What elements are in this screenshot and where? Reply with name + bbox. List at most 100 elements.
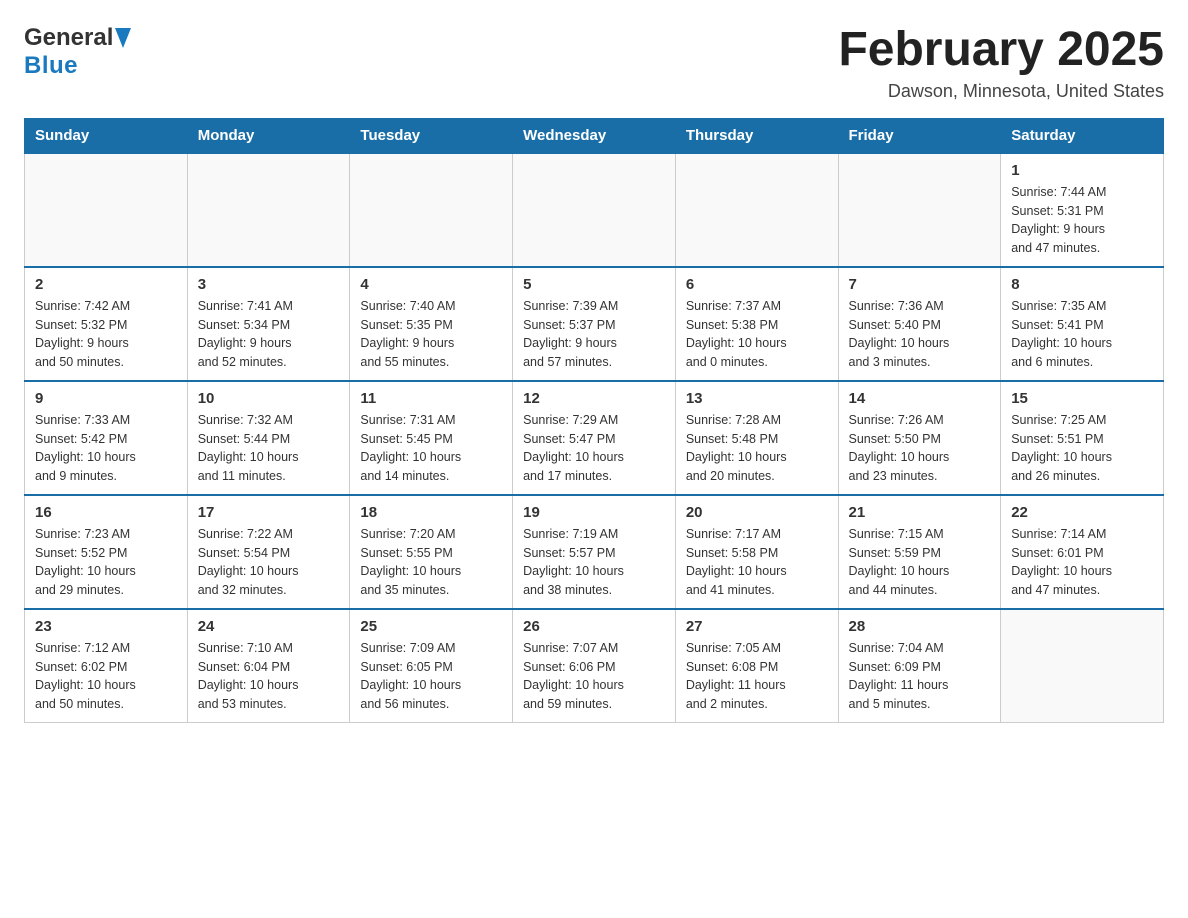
calendar-cell: 5 Sunrise: 7:39 AM Sunset: 5:37 PM Daylig…: [513, 267, 676, 381]
logo-blue-text: Blue: [24, 52, 78, 79]
day-number: 17: [198, 504, 340, 521]
calendar-cell: 16Sunrise: 7:23 AM Sunset: 5:52 PM Dayli…: [25, 495, 188, 609]
day-number: 5: [523, 276, 665, 293]
calendar-cell: [513, 153, 676, 267]
day-info: Sunrise: 7:29 AM Sunset: 5:47 PM Dayligh…: [523, 411, 665, 486]
calendar-cell: [187, 153, 350, 267]
day-info: Sunrise: 7:26 AM Sunset: 5:50 PM Dayligh…: [849, 411, 991, 486]
location-subtitle: Dawson, Minnesota, United States: [838, 81, 1164, 102]
calendar-cell: 21Sunrise: 7:15 AM Sunset: 5:59 PM Dayli…: [838, 495, 1001, 609]
day-info: Sunrise: 7:28 AM Sunset: 5:48 PM Dayligh…: [686, 411, 828, 486]
calendar-cell: 18 Sunrise: 7:20 AM Sunset: 5:55 PM Dayli…: [350, 495, 513, 609]
calendar-cell: 26 Sunrise: 7:07 AM Sunset: 6:06 PM Dayli…: [513, 609, 676, 723]
calendar-cell: 17 Sunrise: 7:22 AM Sunset: 5:54 PM Dayli…: [187, 495, 350, 609]
calendar-cell: 10 Sunrise: 7:32 AM Sunset: 5:44 PM Dayli…: [187, 381, 350, 495]
day-info: Sunrise: 7:42 AM Sunset: 5:32 PM Dayligh…: [35, 297, 177, 372]
day-number: 14: [849, 390, 991, 407]
calendar-cell: 19 Sunrise: 7:19 AM Sunset: 5:57 PM Dayli…: [513, 495, 676, 609]
day-info: Sunrise: 7:44 AM Sunset: 5:31 PM Dayligh…: [1011, 183, 1153, 258]
day-number: 4: [360, 276, 502, 293]
calendar-cell: [350, 153, 513, 267]
calendar-cell: 23 Sunrise: 7:12 AM Sunset: 6:02 PM Dayli…: [25, 609, 188, 723]
day-info: Sunrise: 7:04 AM Sunset: 6:09 PM Dayligh…: [849, 639, 991, 714]
day-number: 9: [35, 390, 177, 407]
calendar-cell: 9 Sunrise: 7:33 AM Sunset: 5:42 PM Daylig…: [25, 381, 188, 495]
calendar-cell: [25, 153, 188, 267]
day-info: Sunrise: 7:23 AM Sunset: 5:52 PM Dayligh…: [35, 525, 177, 600]
page-header: General Blue February 2025 Dawson, Minne…: [24, 24, 1164, 102]
day-info: Sunrise: 7:32 AM Sunset: 5:44 PM Dayligh…: [198, 411, 340, 486]
day-number: 20: [686, 504, 828, 521]
day-number: 24: [198, 618, 340, 635]
calendar-header-row: SundayMondayTuesdayWednesdayThursdayFrid…: [25, 118, 1164, 153]
logo: General Blue: [24, 24, 131, 80]
title-section: February 2025 Dawson, Minnesota, United …: [838, 24, 1164, 102]
day-info: Sunrise: 7:40 AM Sunset: 5:35 PM Dayligh…: [360, 297, 502, 372]
day-info: Sunrise: 7:10 AM Sunset: 6:04 PM Dayligh…: [198, 639, 340, 714]
calendar-cell: 7Sunrise: 7:36 AM Sunset: 5:40 PM Daylig…: [838, 267, 1001, 381]
day-number: 8: [1011, 276, 1153, 293]
calendar-cell: 3Sunrise: 7:41 AM Sunset: 5:34 PM Daylig…: [187, 267, 350, 381]
calendar-cell: 8 Sunrise: 7:35 AM Sunset: 5:41 PM Daylig…: [1001, 267, 1164, 381]
calendar-cell: 11 Sunrise: 7:31 AM Sunset: 5:45 PM Dayli…: [350, 381, 513, 495]
day-info: Sunrise: 7:20 AM Sunset: 5:55 PM Dayligh…: [360, 525, 502, 600]
calendar-cell: 12 Sunrise: 7:29 AM Sunset: 5:47 PM Dayli…: [513, 381, 676, 495]
day-number: 22: [1011, 504, 1153, 521]
day-info: Sunrise: 7:37 AM Sunset: 5:38 PM Dayligh…: [686, 297, 828, 372]
day-number: 27: [686, 618, 828, 635]
day-number: 26: [523, 618, 665, 635]
day-number: 28: [849, 618, 991, 635]
day-info: Sunrise: 7:14 AM Sunset: 6:01 PM Dayligh…: [1011, 525, 1153, 600]
day-info: Sunrise: 7:31 AM Sunset: 5:45 PM Dayligh…: [360, 411, 502, 486]
calendar-day-header: Wednesday: [513, 118, 676, 153]
day-number: 11: [360, 390, 502, 407]
calendar-cell: 20Sunrise: 7:17 AM Sunset: 5:58 PM Dayli…: [675, 495, 838, 609]
calendar-cell: 28 Sunrise: 7:04 AM Sunset: 6:09 PM Dayli…: [838, 609, 1001, 723]
calendar-cell: 25 Sunrise: 7:09 AM Sunset: 6:05 PM Dayli…: [350, 609, 513, 723]
calendar-day-header: Thursday: [675, 118, 838, 153]
day-number: 18: [360, 504, 502, 521]
calendar-day-header: Tuesday: [350, 118, 513, 153]
calendar-week-row: 2 Sunrise: 7:42 AM Sunset: 5:32 PM Daylig…: [25, 267, 1164, 381]
calendar-cell: 4 Sunrise: 7:40 AM Sunset: 5:35 PM Daylig…: [350, 267, 513, 381]
calendar-cell: 1 Sunrise: 7:44 AM Sunset: 5:31 PM Daylig…: [1001, 153, 1164, 267]
day-info: Sunrise: 7:09 AM Sunset: 6:05 PM Dayligh…: [360, 639, 502, 714]
day-info: Sunrise: 7:05 AM Sunset: 6:08 PM Dayligh…: [686, 639, 828, 714]
calendar-cell: [1001, 609, 1164, 723]
calendar-cell: 15 Sunrise: 7:25 AM Sunset: 5:51 PM Dayli…: [1001, 381, 1164, 495]
day-info: Sunrise: 7:39 AM Sunset: 5:37 PM Dayligh…: [523, 297, 665, 372]
calendar-week-row: 16Sunrise: 7:23 AM Sunset: 5:52 PM Dayli…: [25, 495, 1164, 609]
calendar-day-header: Sunday: [25, 118, 188, 153]
day-info: Sunrise: 7:12 AM Sunset: 6:02 PM Dayligh…: [35, 639, 177, 714]
calendar-day-header: Friday: [838, 118, 1001, 153]
day-number: 10: [198, 390, 340, 407]
calendar-cell: 2 Sunrise: 7:42 AM Sunset: 5:32 PM Daylig…: [25, 267, 188, 381]
calendar-cell: 27 Sunrise: 7:05 AM Sunset: 6:08 PM Dayli…: [675, 609, 838, 723]
day-info: Sunrise: 7:22 AM Sunset: 5:54 PM Dayligh…: [198, 525, 340, 600]
calendar-cell: 14 Sunrise: 7:26 AM Sunset: 5:50 PM Dayli…: [838, 381, 1001, 495]
day-number: 15: [1011, 390, 1153, 407]
calendar-week-row: 23 Sunrise: 7:12 AM Sunset: 6:02 PM Dayli…: [25, 609, 1164, 723]
day-info: Sunrise: 7:25 AM Sunset: 5:51 PM Dayligh…: [1011, 411, 1153, 486]
day-number: 13: [686, 390, 828, 407]
calendar-week-row: 9 Sunrise: 7:33 AM Sunset: 5:42 PM Daylig…: [25, 381, 1164, 495]
day-number: 6: [686, 276, 828, 293]
calendar-table: SundayMondayTuesdayWednesdayThursdayFrid…: [24, 118, 1164, 723]
day-number: 2: [35, 276, 177, 293]
day-info: Sunrise: 7:33 AM Sunset: 5:42 PM Dayligh…: [35, 411, 177, 486]
day-number: 12: [523, 390, 665, 407]
day-info: Sunrise: 7:35 AM Sunset: 5:41 PM Dayligh…: [1011, 297, 1153, 372]
calendar-cell: 22 Sunrise: 7:14 AM Sunset: 6:01 PM Dayli…: [1001, 495, 1164, 609]
day-number: 19: [523, 504, 665, 521]
day-number: 7: [849, 276, 991, 293]
day-number: 25: [360, 618, 502, 635]
day-info: Sunrise: 7:15 AM Sunset: 5:59 PM Dayligh…: [849, 525, 991, 600]
day-info: Sunrise: 7:07 AM Sunset: 6:06 PM Dayligh…: [523, 639, 665, 714]
day-number: 1: [1011, 162, 1153, 179]
day-info: Sunrise: 7:19 AM Sunset: 5:57 PM Dayligh…: [523, 525, 665, 600]
calendar-cell: 6 Sunrise: 7:37 AM Sunset: 5:38 PM Daylig…: [675, 267, 838, 381]
month-title: February 2025: [838, 24, 1164, 77]
calendar-cell: [838, 153, 1001, 267]
calendar-week-row: 1 Sunrise: 7:44 AM Sunset: 5:31 PM Daylig…: [25, 153, 1164, 267]
day-number: 23: [35, 618, 177, 635]
